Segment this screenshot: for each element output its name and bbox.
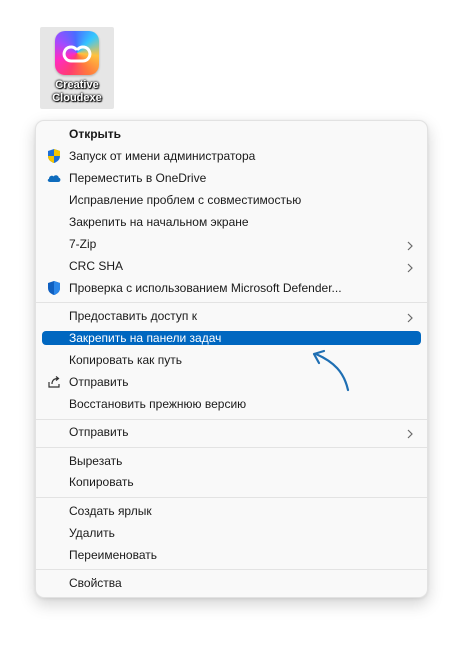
- menu-item-send-to[interactable]: Отправить: [42, 422, 421, 442]
- menu-item-label: Запуск от имени администратора: [69, 149, 256, 163]
- menu-item-label: Закрепить на начальном экране: [69, 215, 249, 229]
- menu-item-copy[interactable]: Копировать: [42, 472, 421, 492]
- menu-item-delete[interactable]: Удалить: [42, 523, 421, 543]
- menu-separator: [36, 419, 427, 420]
- chevron-right-icon: [406, 238, 414, 251]
- menu-item-label: Переименовать: [69, 548, 157, 562]
- menu-separator: [36, 447, 427, 448]
- desktop-icon-label: Creative Cloudexe: [52, 79, 102, 104]
- menu-item-create-shortcut[interactable]: Создать ярлык: [42, 501, 421, 521]
- menu-item-label: Исправление проблем с совместимостью: [69, 193, 302, 207]
- menu-item-restore-versions[interactable]: Восстановить прежнюю версию: [42, 394, 421, 414]
- menu-item-crc-sha[interactable]: CRC SHA: [42, 256, 421, 276]
- menu-item-share[interactable]: Отправить: [42, 372, 421, 392]
- creative-cloud-logo-icon: [55, 31, 99, 75]
- menu-separator: [36, 302, 427, 303]
- menu-item-defender-scan[interactable]: Проверка с использованием Microsoft Defe…: [42, 278, 421, 298]
- menu-item-give-access[interactable]: Предоставить доступ к: [42, 306, 421, 326]
- desktop-icon-creative-cloud[interactable]: Creative Cloudexe: [40, 27, 114, 109]
- menu-item-label: CRC SHA: [69, 259, 124, 273]
- menu-item-label: Предоставить доступ к: [69, 309, 197, 323]
- menu-item-properties[interactable]: Свойства: [42, 573, 421, 593]
- menu-item-label: Переместить в OneDrive: [69, 171, 207, 185]
- menu-item-copy-as-path[interactable]: Копировать как путь: [42, 350, 421, 370]
- menu-item-label: Удалить: [69, 526, 115, 540]
- menu-item-label: Закрепить на панели задач: [69, 331, 222, 345]
- menu-item-open[interactable]: Открыть: [42, 124, 421, 144]
- annotation-arrow-icon: [312, 349, 350, 392]
- menu-item-pin-taskbar[interactable]: Закрепить на панели задач: [42, 331, 421, 345]
- menu-separator: [36, 569, 427, 570]
- menu-item-label: Свойства: [69, 576, 122, 590]
- menu-item-label: Отправить: [69, 375, 129, 389]
- menu-item-7zip[interactable]: 7-Zip: [42, 234, 421, 254]
- menu-separator: [36, 497, 427, 498]
- menu-item-rename[interactable]: Переименовать: [42, 545, 421, 565]
- menu-item-label: Открыть: [69, 127, 122, 141]
- menu-item-run-as-admin[interactable]: Запуск от имени администратора: [42, 146, 421, 166]
- menu-item-label: Отправить: [69, 425, 129, 439]
- menu-item-label: Проверка с использованием Microsoft Defe…: [69, 281, 342, 295]
- share-icon: [46, 374, 62, 390]
- chevron-right-icon: [406, 260, 414, 273]
- uac-shield-icon: [46, 148, 62, 164]
- menu-item-label: 7-Zip: [69, 237, 97, 251]
- onedrive-cloud-icon: [46, 170, 62, 186]
- menu-item-label: Копировать как путь: [69, 353, 182, 367]
- menu-item-cut[interactable]: Вырезать: [42, 451, 421, 471]
- chevron-right-icon: [406, 426, 414, 439]
- menu-item-label: Вырезать: [69, 454, 123, 468]
- context-menu: Открыть Запуск от имени администратора П…: [35, 120, 428, 598]
- menu-item-label: Создать ярлык: [69, 504, 152, 518]
- menu-item-label: Копировать: [69, 475, 134, 489]
- menu-item-label: Восстановить прежнюю версию: [69, 397, 247, 411]
- menu-item-compat-troubleshoot[interactable]: Исправление проблем с совместимостью: [42, 190, 421, 210]
- defender-shield-icon: [46, 280, 62, 296]
- menu-item-pin-start[interactable]: Закрепить на начальном экране: [42, 212, 421, 232]
- menu-item-move-onedrive[interactable]: Переместить в OneDrive: [42, 168, 421, 188]
- chevron-right-icon: [406, 310, 414, 323]
